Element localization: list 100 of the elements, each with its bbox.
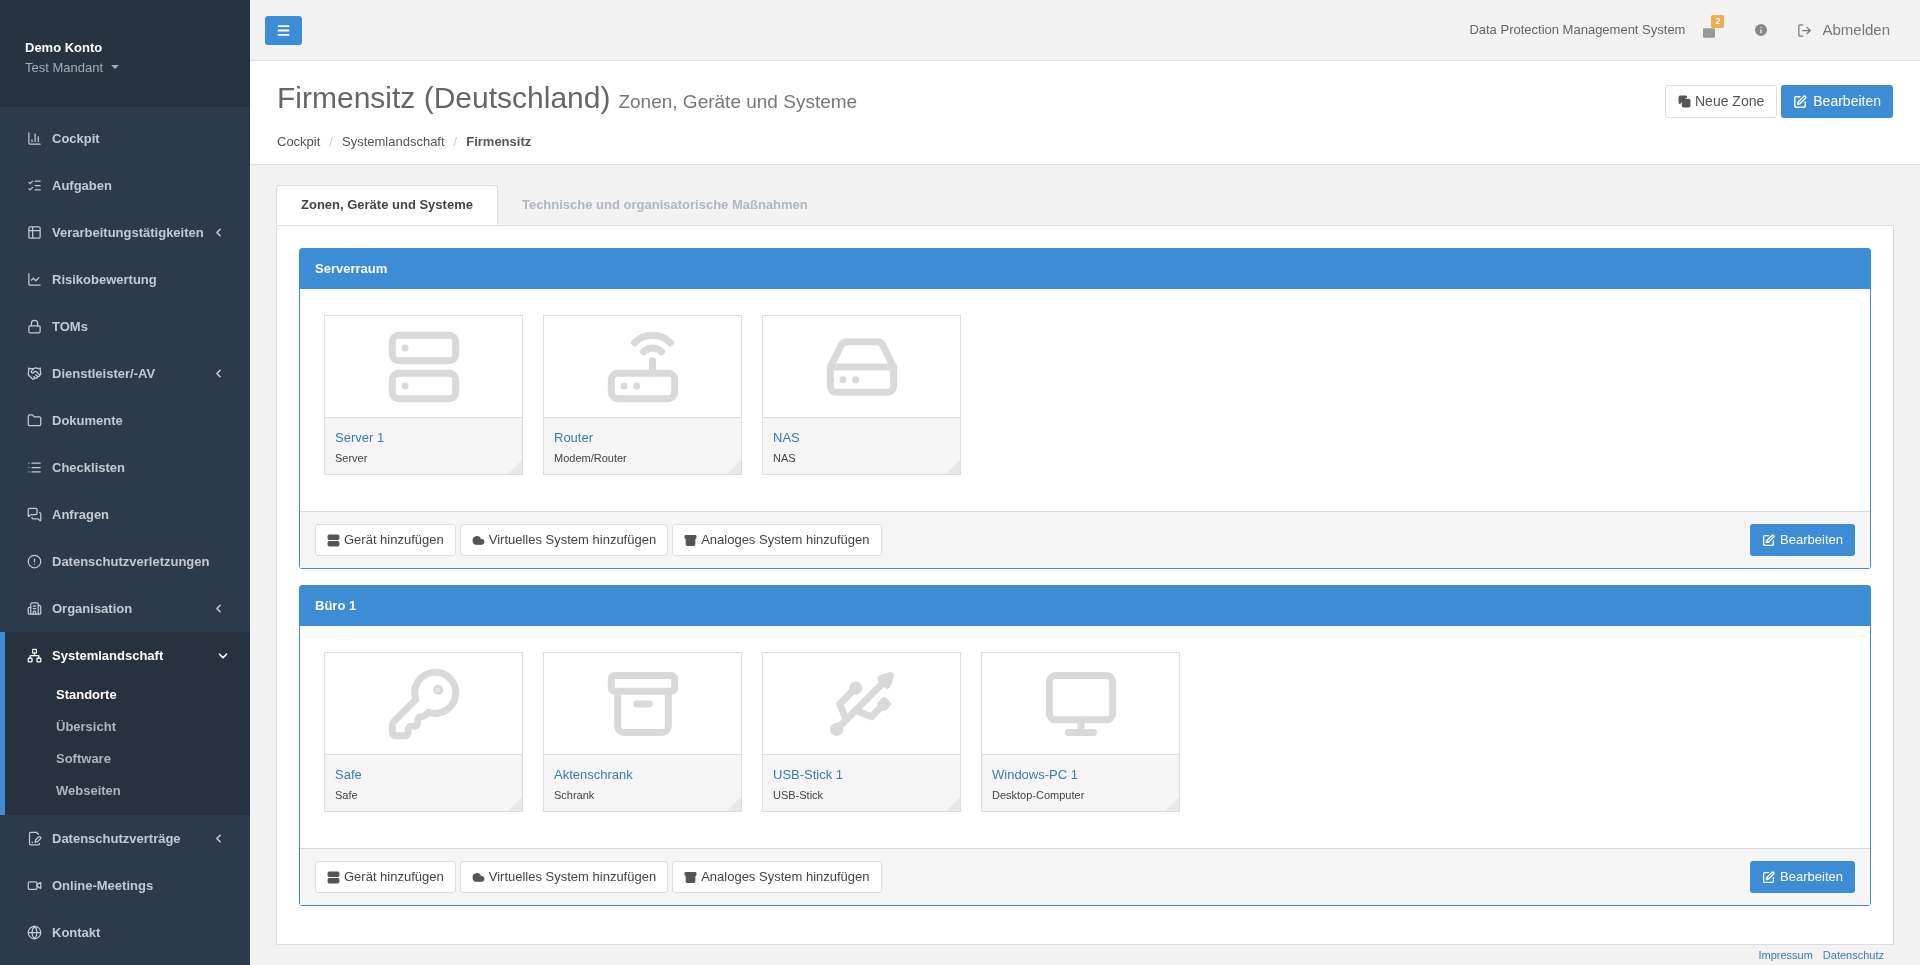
- device-type: Server: [335, 450, 369, 466]
- archive-box-icon: [684, 870, 698, 884]
- submenu-item[interactable]: Standorte: [5, 679, 250, 711]
- submenu-item[interactable]: Übersicht: [5, 711, 250, 743]
- logout-button[interactable]: Abmelden: [1797, 18, 1890, 42]
- device-card[interactable]: Aktenschrank Schrank: [543, 652, 742, 812]
- copy-icon: [1678, 95, 1691, 108]
- add-button[interactable]: Analoges System hinzufügen: [672, 861, 882, 893]
- add-button[interactable]: Gerät hinzufügen: [315, 524, 456, 556]
- device-type: Safe: [335, 787, 359, 803]
- device-type: USB-Stick: [773, 787, 825, 803]
- checklist-icon: [27, 178, 42, 193]
- corner-fold-icon: [508, 797, 522, 811]
- device-name[interactable]: NAS: [773, 428, 950, 448]
- cloud-icon: [471, 870, 485, 884]
- sidebar-item[interactable]: Datenschutzverletzungen: [0, 538, 250, 585]
- sidebar-item[interactable]: Datenschutzverträge: [0, 815, 250, 862]
- lock-icon: [27, 319, 42, 334]
- sidebar-item[interactable]: Aufgaben: [0, 162, 250, 209]
- submenu-item[interactable]: Webseiten: [5, 775, 250, 807]
- server-stack-icon: [327, 870, 340, 884]
- edit-icon: [1793, 94, 1808, 109]
- sidebar-item[interactable]: Cockpit: [0, 115, 250, 162]
- breadcrumb-link[interactable]: Systemlandschaft: [342, 132, 445, 152]
- add-button[interactable]: Virtuelles System hinzufügen: [459, 524, 669, 556]
- edit-button[interactable]: Bearbeiten: [1750, 524, 1855, 556]
- sidebar-item[interactable]: TOMs: [0, 303, 250, 350]
- sidebar-item[interactable]: Verarbeitungstätigkeiten: [0, 209, 250, 256]
- device-type: Desktop-Computer: [992, 787, 1086, 803]
- submenu-item[interactable]: Software: [5, 743, 250, 775]
- edit-icon: [1762, 533, 1776, 547]
- device-name[interactable]: Server 1: [335, 428, 512, 448]
- page-title: Firmensitz (Deutschland): [277, 80, 611, 116]
- network-icon: [27, 648, 42, 663]
- message-count-badge: 2: [1711, 15, 1725, 28]
- menu-icon: [276, 22, 291, 38]
- corner-fold-icon: [946, 460, 960, 474]
- zone-title: Serverraum: [300, 249, 1870, 289]
- edit-button[interactable]: Bearbeiten: [1781, 85, 1893, 118]
- device-name[interactable]: USB-Stick 1: [773, 765, 950, 785]
- tab[interactable]: Zonen, Geräte und Systeme: [276, 185, 498, 225]
- sidebar-item[interactable]: Risikobewertung: [0, 256, 250, 303]
- table-icon: [27, 225, 42, 240]
- caret-icon: [111, 65, 120, 70]
- sidebar-item[interactable]: Kontakt: [0, 909, 250, 956]
- sidebar-item[interactable]: Dokumente: [0, 397, 250, 444]
- account-name: Demo Konto: [25, 39, 104, 57]
- logout-icon: [1797, 22, 1813, 38]
- menu-button[interactable]: [265, 15, 302, 45]
- sidebar-item[interactable]: Systemlandschaft: [5, 632, 250, 679]
- add-button[interactable]: Gerät hinzufügen: [315, 861, 456, 893]
- new-zone-button[interactable]: Neue Zone: [1665, 85, 1778, 118]
- breadcrumb-current: Firmensitz: [466, 133, 532, 151]
- device-name[interactable]: Windows-PC 1: [992, 765, 1169, 785]
- footer-link[interactable]: Datenschutz: [1822, 947, 1884, 964]
- folder-icon: [27, 413, 42, 428]
- corner-fold-icon: [946, 797, 960, 811]
- footer-link[interactable]: Impressum: [1758, 947, 1813, 964]
- bar-chart-icon: [27, 131, 42, 146]
- add-button[interactable]: Analoges System hinzufügen: [672, 524, 882, 556]
- sidebar-item[interactable]: Anfragen: [0, 491, 250, 538]
- corner-fold-icon: [508, 460, 522, 474]
- building-icon: [27, 601, 42, 616]
- app-name: Data Protection Management System: [1469, 21, 1686, 40]
- cloud-icon: [471, 533, 485, 547]
- breadcrumb-separator: /: [453, 133, 458, 151]
- corner-fold-icon: [727, 460, 741, 474]
- corner-fold-icon: [1165, 797, 1179, 811]
- breadcrumb-separator: /: [329, 133, 333, 151]
- page-subtitle: Zonen, Geräte und Systeme: [618, 90, 858, 114]
- device-type: NAS: [773, 450, 797, 466]
- sidebar-item[interactable]: Checklisten: [0, 444, 250, 491]
- sidebar-item[interactable]: Online-Meetings: [0, 862, 250, 909]
- device-name[interactable]: Safe: [335, 765, 512, 785]
- device-type: Schrank: [554, 787, 596, 803]
- signed-document-icon: [27, 831, 42, 846]
- video-camera-icon: [27, 878, 42, 893]
- edit-button[interactable]: Bearbeiten: [1750, 861, 1855, 893]
- add-button[interactable]: Virtuelles System hinzufügen: [459, 861, 669, 893]
- device-card[interactable]: USB-Stick 1 USB-Stick: [762, 652, 961, 812]
- device-card[interactable]: Server 1 Server: [324, 315, 523, 475]
- device-name[interactable]: Aktenschrank: [554, 765, 731, 785]
- device-name[interactable]: Router: [554, 428, 731, 448]
- sidebar-item[interactable]: Organisation: [0, 585, 250, 632]
- server-stack-icon: [327, 533, 340, 547]
- device-card[interactable]: Router Modem/Router: [543, 315, 742, 475]
- breadcrumb-link[interactable]: Cockpit: [277, 132, 321, 152]
- device-type: Modem/Router: [554, 450, 628, 466]
- line-chart-icon: [27, 272, 42, 287]
- corner-fold-icon: [727, 797, 741, 811]
- sidebar-item[interactable]: Dienstleister/-AV: [0, 350, 250, 397]
- device-card[interactable]: Safe Safe: [324, 652, 523, 812]
- device-card[interactable]: NAS NAS: [762, 315, 961, 475]
- list-icon: [27, 460, 42, 475]
- tenant-dropdown[interactable]: Test Mandant: [25, 57, 120, 77]
- exclamation-circle-icon: [27, 554, 42, 569]
- archive-box-icon: [684, 533, 698, 547]
- edit-icon: [1762, 870, 1776, 884]
- info-icon[interactable]: [1753, 22, 1770, 38]
- device-card[interactable]: Windows-PC 1 Desktop-Computer: [981, 652, 1180, 812]
